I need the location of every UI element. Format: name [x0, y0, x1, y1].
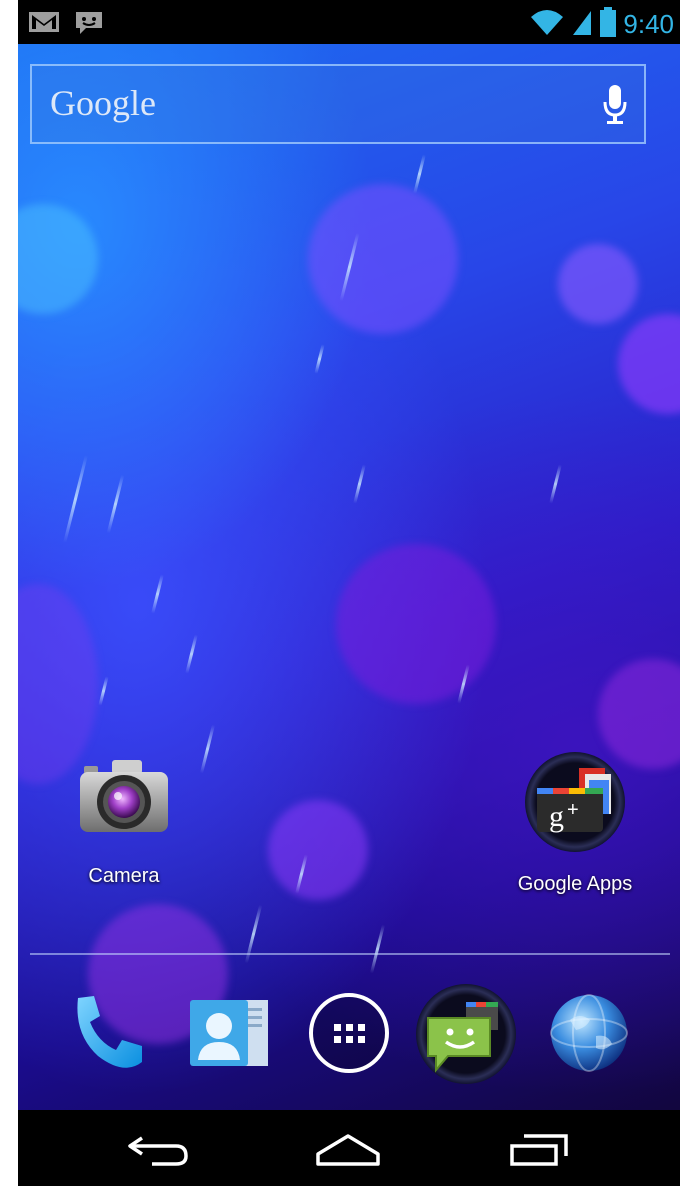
- app-drawer-icon: [306, 993, 392, 1080]
- dock-divider: [30, 953, 670, 955]
- google-search-bar[interactable]: Google: [30, 64, 646, 144]
- clock: 9:40: [623, 9, 674, 39]
- contacts-icon: [184, 1000, 270, 1080]
- wallpaper: [18, 44, 680, 1110]
- search-label: Google: [50, 83, 156, 123]
- cell-signal-icon: [571, 7, 593, 42]
- app-label: Camera: [88, 865, 160, 887]
- app-google-apps-folder[interactable]: g + Google Apps: [500, 750, 650, 896]
- phone-icon: [64, 996, 150, 1080]
- home-screen: 9:40 Google Camera g + Google Apps: [18, 0, 680, 1186]
- camera-icon: [76, 754, 172, 847]
- gmail-icon: [28, 10, 60, 41]
- svg-text:g: g: [549, 800, 564, 833]
- dock-browser[interactable]: [546, 990, 632, 1076]
- microphone-icon[interactable]: [602, 84, 628, 131]
- dock-phone[interactable]: [64, 990, 150, 1076]
- messaging-folder-icon: [414, 984, 518, 1090]
- dock-messaging-folder[interactable]: [414, 982, 518, 1086]
- svg-text:+: +: [567, 799, 579, 821]
- navigation-bar: [18, 1110, 680, 1186]
- talk-icon: [74, 10, 104, 41]
- app-camera[interactable]: Camera: [64, 754, 184, 888]
- recent-apps-icon[interactable]: [504, 1130, 576, 1175]
- status-bar[interactable]: 9:40: [18, 0, 680, 44]
- google-apps-folder-icon: g +: [523, 750, 627, 859]
- wifi-icon: [529, 7, 565, 42]
- browser-icon: [546, 994, 632, 1080]
- battery-icon: [599, 6, 617, 43]
- home-icon[interactable]: [312, 1130, 384, 1175]
- app-label: Google Apps: [517, 873, 633, 895]
- dock-contacts[interactable]: [184, 990, 270, 1076]
- dock-app-drawer[interactable]: [306, 990, 392, 1076]
- back-icon[interactable]: [122, 1130, 194, 1175]
